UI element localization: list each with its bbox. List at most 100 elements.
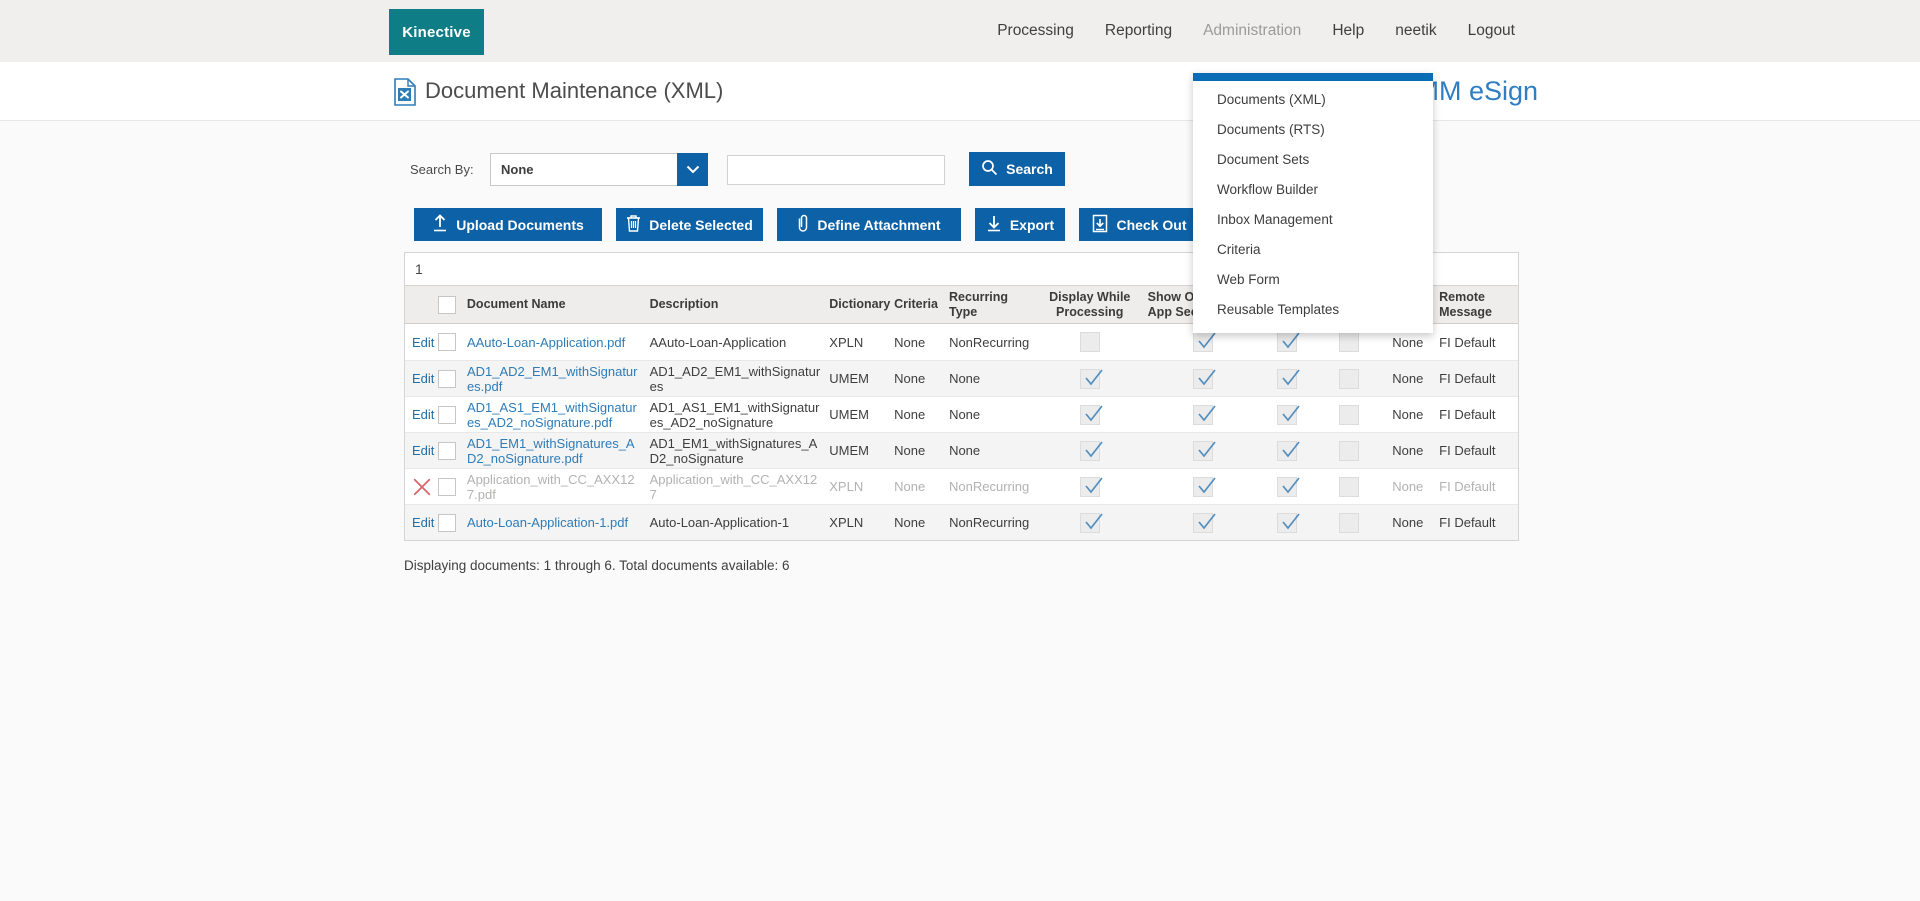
upload-documents-button[interactable]: Upload Documents (414, 208, 602, 241)
nav-processing[interactable]: Processing (997, 22, 1074, 40)
search-button[interactable]: Search (969, 152, 1065, 186)
checked-status-checkbox (1080, 405, 1100, 425)
menu-item-documents-rts[interactable]: Documents (RTS) (1193, 115, 1433, 145)
checked-status-checkbox (1277, 332, 1297, 352)
table-row: Edit AD1_EM1_withSignatures_AD2_noSignatu… (405, 432, 1518, 468)
none-value-cell: None (1383, 505, 1433, 540)
upload-documents-label: Upload Documents (456, 217, 584, 233)
remote-message-cell: FI Default (1433, 505, 1518, 540)
none-value-cell: None (1383, 433, 1433, 468)
trash-icon (626, 214, 641, 235)
dictionary-cell: UMEM (829, 433, 894, 468)
nav-reporting[interactable]: Reporting (1105, 22, 1172, 40)
criteria-cell: None (894, 505, 949, 540)
recurring-type-cell: NonRecurring (949, 505, 1034, 540)
table-body: EditAAuto-Loan-Application.pdfAAuto-Loan… (405, 324, 1518, 540)
description-cell: Auto-Loan-Application-1 (650, 505, 830, 540)
row-checkbox[interactable] (438, 442, 456, 460)
document-name-link[interactable]: AAuto-Loan-Application.pdf (467, 335, 625, 350)
remote-message-cell: FI Default (1433, 433, 1518, 468)
nav-administration[interactable]: Administration (1203, 22, 1301, 40)
recurring-type-cell: NonRecurring (949, 324, 1034, 360)
document-name-link[interactable]: AD1_AS1_EM1_withSignatures_AD2_noSignatu… (467, 400, 642, 430)
menu-item-reusable-templates[interactable]: Reusable Templates (1193, 295, 1433, 325)
description-cell: AD1_EM1_withSignatures_AD2_noSignature (650, 433, 830, 468)
description-cell: Application_with_CC_AXX127 (650, 469, 830, 504)
administration-dropdown-menu: Documents (XML) Documents (RTS) Document… (1193, 73, 1433, 333)
unchecked-status-checkbox (1339, 369, 1359, 389)
define-attachment-button[interactable]: Define Attachment (777, 208, 961, 241)
menu-item-workflow-builder[interactable]: Workflow Builder (1193, 175, 1433, 205)
none-value-cell: None (1383, 397, 1433, 432)
export-button[interactable]: Export (975, 208, 1065, 241)
menu-item-criteria[interactable]: Criteria (1193, 235, 1433, 265)
edit-link[interactable]: Edit (412, 407, 434, 422)
results-summary: Displaying documents: 1 through 6. Total… (404, 558, 789, 573)
remote-message-cell: FI Default (1433, 324, 1518, 360)
document-name-link: Application_with_CC_AXX127.pdf (467, 472, 642, 502)
table-row: Edit AD1_AS1_EM1_withSignatures_AD2_noSig… (405, 396, 1518, 432)
menu-item-inbox-management[interactable]: Inbox Management (1193, 205, 1433, 235)
checked-status-checkbox (1193, 369, 1213, 389)
header-document-name: Document Name (461, 286, 650, 323)
row-checkbox[interactable] (438, 478, 456, 496)
chevron-down-icon[interactable] (677, 153, 708, 186)
top-nav-bar: Kinective Processing Reporting Administr… (0, 0, 1920, 62)
check-out-label: Check Out (1116, 217, 1186, 233)
row-checkbox[interactable] (438, 370, 456, 388)
document-name-link[interactable]: AD1_AD2_EM1_withSignatures.pdf (467, 364, 642, 394)
page-number[interactable]: 1 (415, 261, 423, 277)
checked-status-checkbox (1277, 369, 1297, 389)
checked-status-checkbox (1193, 441, 1213, 461)
document-name-link[interactable]: Auto-Loan-Application-1.pdf (467, 515, 628, 530)
header-recurring-type: Recurring Type (949, 286, 1034, 323)
select-all-checkbox[interactable] (438, 296, 456, 314)
menu-item-document-sets[interactable]: Document Sets (1193, 145, 1433, 175)
unchecked-status-checkbox (1339, 477, 1359, 497)
nav-username[interactable]: neetik (1395, 22, 1436, 40)
criteria-cell: None (894, 361, 949, 396)
header-criteria: Criteria (894, 286, 949, 323)
table-row: EditAD1_AD2_EM1_withSignatures.pdfAD1_AD… (405, 360, 1518, 396)
recurring-type-cell: None (949, 433, 1034, 468)
criteria-cell: None (894, 469, 949, 504)
checked-status-checkbox (1080, 441, 1100, 461)
unchecked-status-checkbox (1339, 513, 1359, 533)
title-bar: Document Maintenance (XML) IMM eSign (0, 62, 1920, 121)
edit-link[interactable]: Edit (412, 335, 434, 350)
delete-x-icon[interactable] (412, 477, 432, 497)
menu-item-documents-xml[interactable]: Documents (XML) (1193, 85, 1433, 115)
dictionary-cell: UMEM (829, 397, 894, 432)
menu-item-web-form[interactable]: Web Form (1193, 265, 1433, 295)
row-checkbox[interactable] (438, 333, 456, 351)
edit-link[interactable]: Edit (412, 443, 434, 458)
edit-link[interactable]: Edit (412, 515, 434, 530)
kinective-logo[interactable]: Kinective (389, 9, 484, 55)
checked-status-checkbox (1080, 513, 1100, 533)
row-checkbox[interactable] (438, 514, 456, 532)
checked-status-checkbox (1277, 477, 1297, 497)
search-by-select[interactable]: None (490, 153, 708, 186)
header-display-while-processing: Display While Processing (1034, 286, 1146, 323)
header-actions (405, 286, 433, 323)
unchecked-status-checkbox (1339, 332, 1359, 352)
recurring-type-cell: None (949, 361, 1034, 396)
nav-help[interactable]: Help (1332, 22, 1364, 40)
remote-message-cell: FI Default (1433, 397, 1518, 432)
criteria-cell: None (894, 324, 949, 360)
paperclip-icon (797, 214, 809, 236)
header-remote-message: Remote Message (1433, 286, 1518, 323)
document-name-link[interactable]: AD1_EM1_withSignatures_AD2_noSignature.p… (467, 436, 642, 466)
nav-logout[interactable]: Logout (1468, 22, 1515, 40)
header-description: Description (650, 286, 830, 323)
app-window: Kinective Processing Reporting Administr… (0, 0, 1920, 901)
row-checkbox[interactable] (438, 406, 456, 424)
recurring-type-cell: None (949, 397, 1034, 432)
edit-link[interactable]: Edit (412, 371, 434, 386)
check-out-button[interactable]: Check Out (1079, 208, 1200, 241)
delete-selected-button[interactable]: Delete Selected (616, 208, 763, 241)
search-icon (981, 159, 998, 179)
search-input[interactable] (727, 155, 945, 185)
checked-status-checkbox (1193, 477, 1213, 497)
table-row: Edit Auto-Loan-Application-1.pdf Auto-Loan… (405, 504, 1518, 540)
